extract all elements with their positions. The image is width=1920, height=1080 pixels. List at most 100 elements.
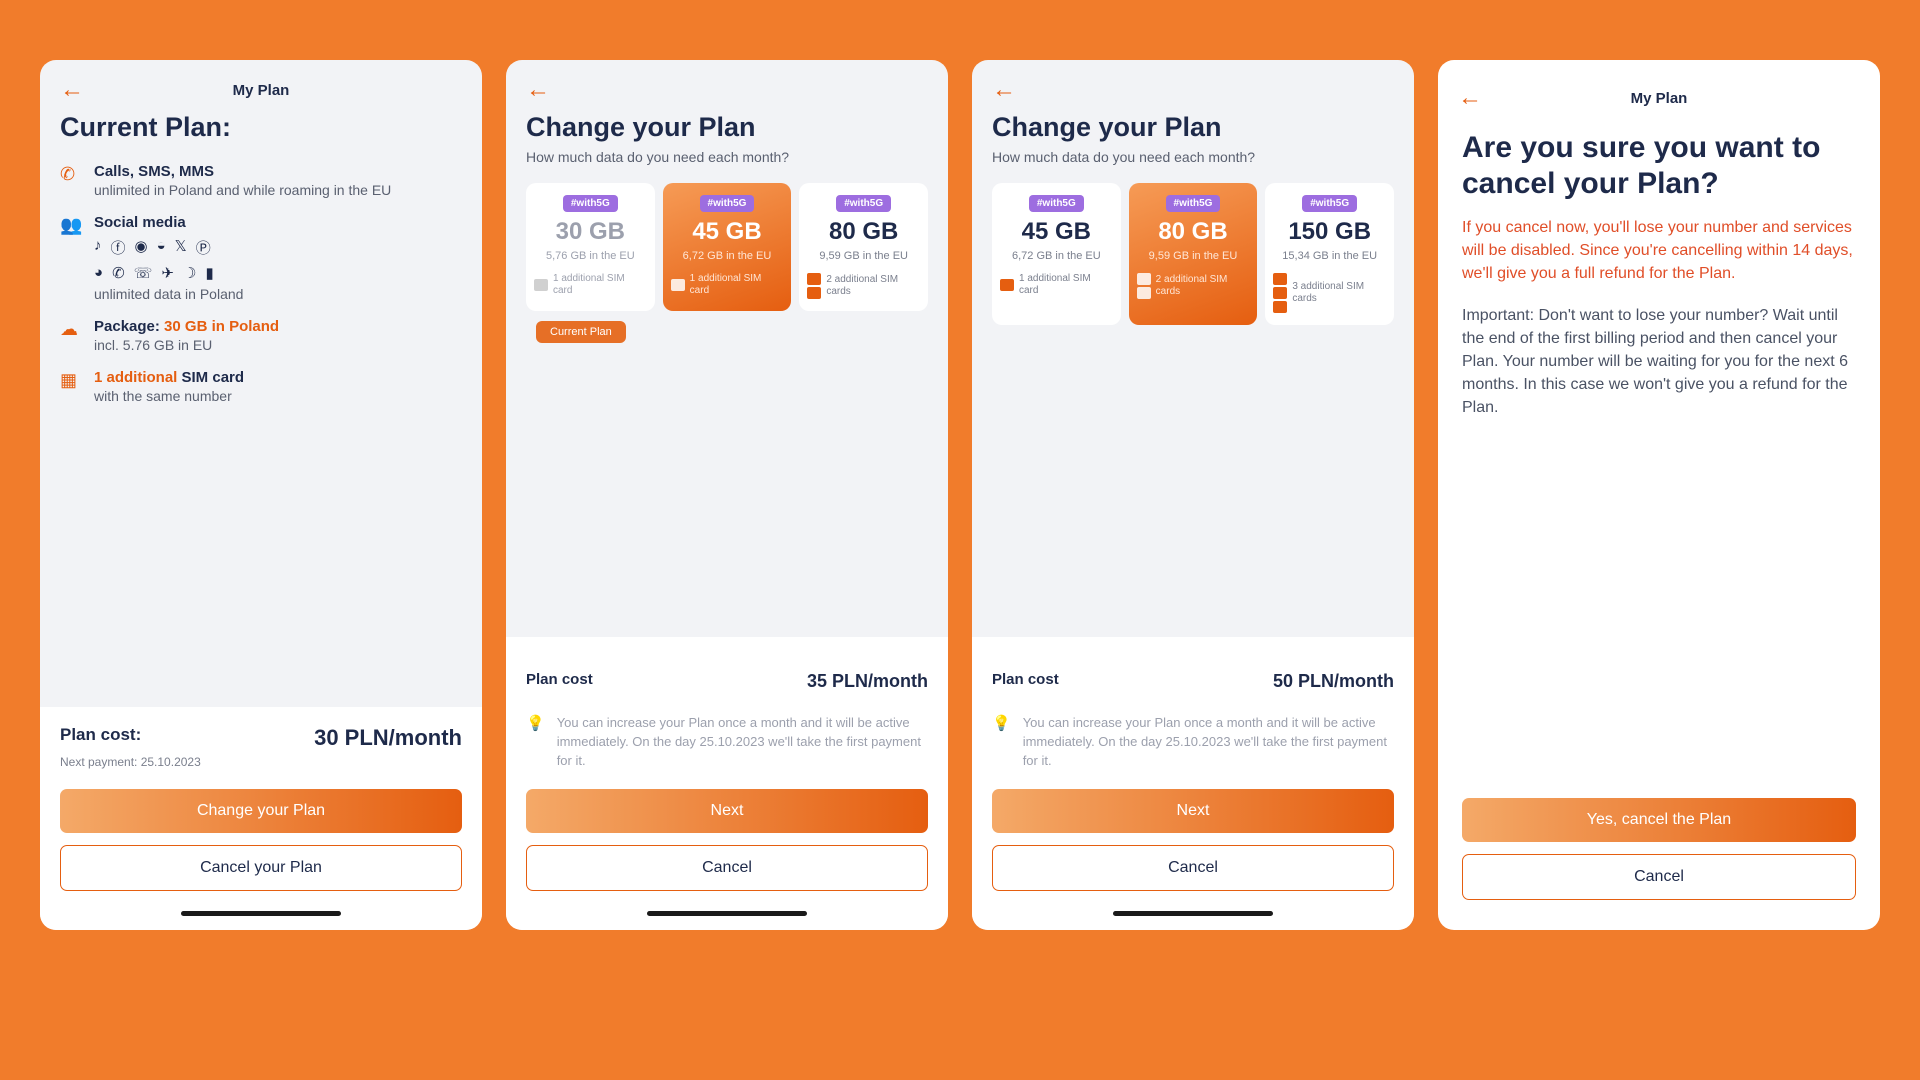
badge-5g: #with5G <box>836 195 891 212</box>
warning-text: If you cancel now, you'll lose your numb… <box>1462 216 1856 286</box>
twitter-icon: 𝕏 <box>175 237 187 258</box>
cost-value: 30 PLN/month <box>314 725 462 751</box>
tip-row: 💡 You can increase your Plan once a mont… <box>992 706 1394 789</box>
badge-5g: #with5G <box>1166 195 1221 212</box>
plan-card-row: #with5G 30 GB 5,76 GB in the EU 1 additi… <box>526 183 928 311</box>
plan-card-80gb[interactable]: #with5G 80 GB 9,59 GB in the EU 2 additi… <box>799 183 928 311</box>
cloud-icon: ☁ <box>60 319 82 353</box>
sim-chip-icon <box>1273 273 1287 285</box>
plan-gb: 45 GB <box>1000 218 1113 246</box>
sim-chip-icon <box>1000 279 1014 291</box>
messenger-icon: ◕ <box>94 264 103 282</box>
subtitle: How much data do you need each month? <box>992 149 1394 165</box>
header: ← <box>506 60 948 112</box>
screen-cancel-confirm: ← My Plan Are you sure you want to cance… <box>1438 60 1880 930</box>
sim-chip-icon <box>807 287 821 299</box>
tip-text: You can increase your Plan once a month … <box>1023 714 1394 771</box>
back-icon[interactable]: ← <box>1458 84 1482 112</box>
next-button[interactable]: Next <box>992 789 1394 833</box>
badge-5g: #with5G <box>563 195 618 212</box>
plan-gb: 80 GB <box>1137 218 1250 246</box>
tip-text: You can increase your Plan once a month … <box>557 714 928 771</box>
feature-calls: ✆ Calls, SMS, MMS unlimited in Poland an… <box>60 163 462 198</box>
next-button[interactable]: Next <box>526 789 928 833</box>
heading: Are you sure you want to cancel your Pla… <box>1462 130 1856 202</box>
back-icon[interactable]: ← <box>60 76 84 104</box>
header: ← My Plan <box>1438 68 1880 120</box>
feature-social-desc: unlimited data in Poland <box>94 286 462 302</box>
badge-5g: #with5G <box>1302 195 1357 212</box>
heading: Change your Plan <box>992 112 1394 143</box>
plan-gb: 45 GB <box>671 218 784 246</box>
sim-chip-icon <box>671 279 685 291</box>
plan-sim: 2 additional SIM cards <box>1137 273 1250 299</box>
subtitle: How much data do you need each month? <box>526 149 928 165</box>
plan-card-45gb[interactable]: #with5G 45 GB 6,72 GB in the EU 1 additi… <box>663 183 792 311</box>
plan-eu: 9,59 GB in the EU <box>1137 249 1250 263</box>
plan-sim: 3 additional SIM cards <box>1273 273 1386 313</box>
feature-package-desc: incl. 5.76 GB in EU <box>94 337 462 353</box>
info-text: Important: Don't want to lose your numbe… <box>1462 304 1856 420</box>
header: ← My Plan <box>40 60 482 112</box>
bottom-panel: Plan cost: 30 PLN/month Next payment: 25… <box>40 707 482 930</box>
sim-chip-icon <box>1273 287 1287 299</box>
social-icon-row-2: ◕ ✆ ☏ ✈ ☽ ▮ <box>94 264 462 282</box>
plan-eu: 6,72 GB in the EU <box>1000 249 1113 263</box>
feature-package-title: Package: 30 GB in Poland <box>94 318 462 335</box>
sim-chip-icon <box>1273 301 1287 313</box>
pinterest-icon: Ⓟ <box>196 237 211 258</box>
plan-eu: 6,72 GB in the EU <box>671 249 784 263</box>
plan-eu: 9,59 GB in the EU <box>807 249 920 263</box>
plan-card-150gb[interactable]: #with5G 150 GB 15,34 GB in the EU 3 addi… <box>1265 183 1394 325</box>
bottom-panel: Plan cost 35 PLN/month 💡 You can increas… <box>506 637 948 930</box>
cancel-plan-button[interactable]: Cancel your Plan <box>60 845 462 891</box>
cost-label: Plan cost <box>526 671 593 692</box>
back-icon[interactable]: ← <box>526 76 550 104</box>
plan-card-45gb[interactable]: #with5G 45 GB 6,72 GB in the EU 1 additi… <box>992 183 1121 325</box>
page-title: My Plan <box>1438 90 1880 107</box>
plan-eu: 5,76 GB in the EU <box>534 249 647 263</box>
home-indicator[interactable] <box>647 911 807 916</box>
plan-card-80gb[interactable]: #with5G 80 GB 9,59 GB in the EU 2 additi… <box>1129 183 1258 325</box>
plan-gb: 30 GB <box>534 218 647 246</box>
badge-5g: #with5G <box>1029 195 1084 212</box>
header: ← <box>972 60 1414 112</box>
social-icon-row: ♪ ⓕ ◉ ◒ 𝕏 Ⓟ <box>94 237 462 258</box>
cancel-button[interactable]: Cancel <box>526 845 928 891</box>
confirm-cancel-button[interactable]: Yes, cancel the Plan <box>1462 798 1856 842</box>
plan-sim: 1 additional SIM card <box>1000 273 1113 297</box>
sim-chip-icon <box>1137 287 1151 299</box>
plan-eu: 15,34 GB in the EU <box>1273 249 1386 263</box>
whatsapp-icon: ✆ <box>112 264 125 282</box>
feature-calls-title: Calls, SMS, MMS <box>94 163 462 180</box>
cancel-button[interactable]: Cancel <box>1462 854 1856 900</box>
next-payment: Next payment: 25.10.2023 <box>60 755 462 769</box>
page-title: My Plan <box>40 82 482 99</box>
phone-icon: ✆ <box>60 164 82 198</box>
feature-sim-title: 1 additional SIM card <box>94 369 462 386</box>
sim-chip-icon <box>1137 273 1151 285</box>
back-icon[interactable]: ← <box>992 76 1016 104</box>
change-plan-button[interactable]: Change your Plan <box>60 789 462 833</box>
plan-sim: 1 additional SIM card <box>534 273 647 297</box>
cancel-button[interactable]: Cancel <box>992 845 1394 891</box>
plan-sim: 2 additional SIM cards <box>807 273 920 299</box>
home-indicator[interactable] <box>1113 911 1273 916</box>
tip-row: 💡 You can increase your Plan once a mont… <box>526 706 928 789</box>
heading: Current Plan: <box>60 112 462 143</box>
cost-label: Plan cost <box>992 671 1059 692</box>
feature-sim: ▦ 1 additional SIM card with the same nu… <box>60 369 462 404</box>
feature-social-title: Social media <box>94 214 462 231</box>
sim-chip-icon <box>807 273 821 285</box>
button-group: Yes, cancel the Plan Cancel <box>1438 798 1880 930</box>
app-icon: ▮ <box>205 264 213 282</box>
plan-card-row: #with5G 45 GB 6,72 GB in the EU 1 additi… <box>992 183 1394 325</box>
feature-calls-desc: unlimited in Poland and while roaming in… <box>94 182 462 198</box>
sim-icon: ▦ <box>60 370 82 404</box>
snapchat-icon: ◒ <box>157 237 166 258</box>
home-indicator[interactable] <box>181 911 341 916</box>
plan-gb: 80 GB <box>807 218 920 246</box>
plan-card-30gb[interactable]: #with5G 30 GB 5,76 GB in the EU 1 additi… <box>526 183 655 311</box>
viber-icon: ☏ <box>134 264 153 282</box>
plan-sim: 1 additional SIM card <box>671 273 784 297</box>
